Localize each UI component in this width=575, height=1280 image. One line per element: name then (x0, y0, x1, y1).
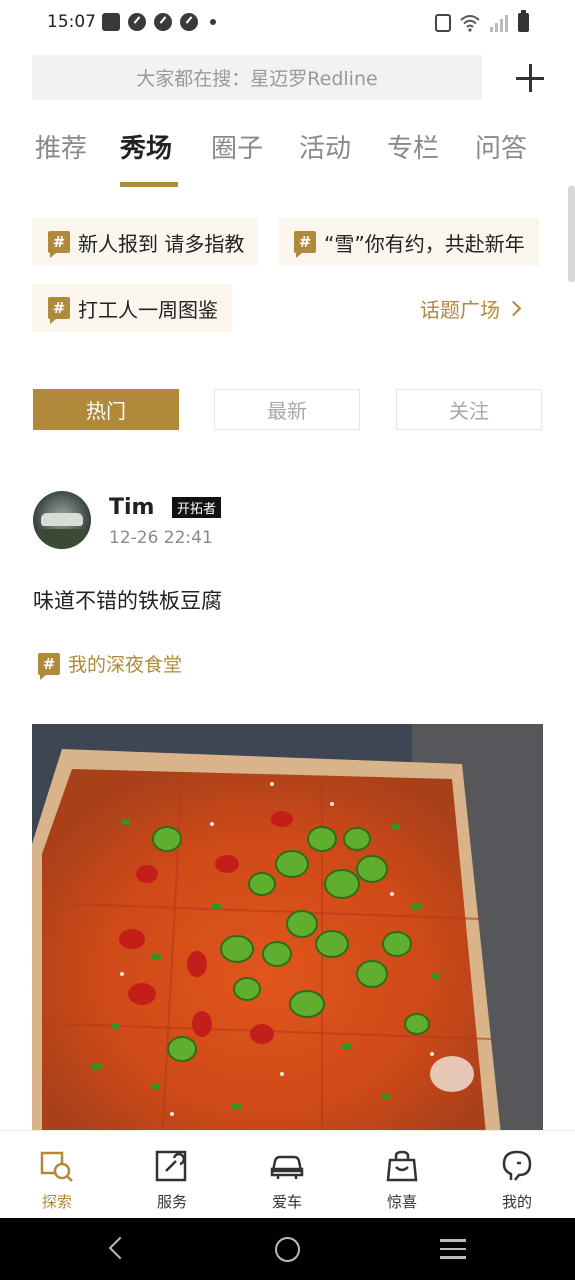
nav-label: 服务 (156, 1193, 187, 1211)
filter-latest[interactable]: 最新 (214, 389, 360, 430)
avatar[interactable] (33, 491, 91, 549)
hashtag-icon: # (38, 652, 60, 680)
search-input[interactable]: 大家都在搜：星迈罗Redline (32, 55, 482, 100)
topic-square-label: 话题广场 (420, 298, 500, 322)
shopping-bag-icon (386, 1150, 418, 1182)
more-notifications-icon (210, 19, 216, 25)
tab-events[interactable]: 活动 (299, 128, 351, 165)
post-username[interactable]: Tim (109, 495, 154, 520)
scrollbar[interactable] (568, 186, 575, 282)
hashtag-icon: # (294, 231, 316, 258)
tab-columns[interactable]: 专栏 (387, 128, 439, 165)
nav-explore[interactable]: 探索 (17, 1131, 97, 1219)
topic-chip-label: “雪”你有约，共赴新年 (324, 231, 525, 256)
hashtag-icon: # (48, 297, 70, 324)
back-icon[interactable] (108, 1236, 132, 1260)
profile-icon (502, 1150, 532, 1181)
post-timestamp: 12-26 22:41 (109, 528, 213, 548)
hashtag-icon: # (48, 231, 70, 258)
topic-chip-label: 新人报到 请多指教 (78, 231, 245, 256)
filter-hot[interactable]: 热门 (33, 389, 179, 430)
system-status-icons (435, 10, 529, 32)
topic-square-link[interactable]: 话题广场 (420, 294, 522, 323)
wifi-icon (460, 14, 480, 32)
post-topic-label: 我的深夜食堂 (68, 654, 183, 676)
nav-label: 爱车 (271, 1193, 302, 1211)
topic-chip-newcomer[interactable]: # 新人报到 请多指教 (32, 218, 259, 266)
notification-circle-icon (180, 13, 198, 31)
tab-circles[interactable]: 圈子 (211, 128, 263, 165)
topic-chip-label: 打工人一周图鉴 (78, 297, 218, 322)
user-badge: 开拓者 (172, 497, 222, 518)
active-tab-indicator (120, 182, 178, 187)
notification-icons (102, 13, 216, 31)
tab-recommend[interactable]: 推荐 (35, 128, 87, 165)
explore-icon (40, 1151, 73, 1182)
nav-profile[interactable]: 我的 (477, 1131, 557, 1219)
nav-car[interactable]: 爱车 (247, 1131, 327, 1219)
recent-apps-icon[interactable] (440, 1239, 466, 1259)
add-post-button[interactable] (512, 60, 548, 96)
status-bar: 15:07 (0, 0, 575, 46)
topic-chip-snow[interactable]: # “雪”你有约，共赴新年 (278, 218, 539, 266)
app-screen: 15:07 大家都在搜：星迈罗Redline 推荐 秀场 圈子 活动 专栏 问答… (0, 0, 575, 1280)
tab-qa[interactable]: 问答 (475, 128, 527, 165)
post-text[interactable]: 味道不错的铁板豆腐 (33, 585, 222, 615)
nav-surprise[interactable]: 惊喜 (362, 1131, 442, 1219)
search-placeholder: 大家都在搜：星迈罗Redline (136, 68, 378, 90)
home-icon[interactable] (275, 1237, 300, 1262)
post-topic-link[interactable]: # 我的深夜食堂 (38, 650, 183, 680)
nav-service[interactable]: 服务 (132, 1131, 212, 1219)
service-icon (155, 1150, 187, 1182)
post-image[interactable] (32, 724, 543, 1144)
battery-icon (518, 10, 529, 32)
signal-icon (490, 14, 508, 32)
nav-label: 探索 (41, 1193, 72, 1211)
notification-circle-icon (128, 13, 146, 31)
nav-label: 我的 (501, 1193, 532, 1211)
chevron-right-icon (505, 300, 522, 317)
notification-circle-icon (154, 13, 172, 31)
bottom-nav: 探索 服务 爱车 惊喜 我的 (0, 1130, 575, 1218)
vibrate-icon (435, 13, 451, 32)
nav-label: 惊喜 (386, 1193, 417, 1211)
system-nav-bar (0, 1218, 575, 1280)
avatar-ground-shape (33, 529, 91, 549)
avatar-car-shape (41, 513, 83, 526)
topic-chip-worker[interactable]: # 打工人一周图鉴 (32, 284, 232, 332)
status-time: 15:07 (47, 12, 96, 32)
category-tabs: 推荐 秀场 圈子 活动 专栏 问答 (0, 128, 575, 192)
notification-app-icon (102, 13, 120, 31)
tab-showcase[interactable]: 秀场 (120, 128, 172, 165)
tofu-photo (32, 724, 543, 1144)
car-icon (270, 1155, 304, 1179)
filter-following[interactable]: 关注 (396, 389, 542, 430)
